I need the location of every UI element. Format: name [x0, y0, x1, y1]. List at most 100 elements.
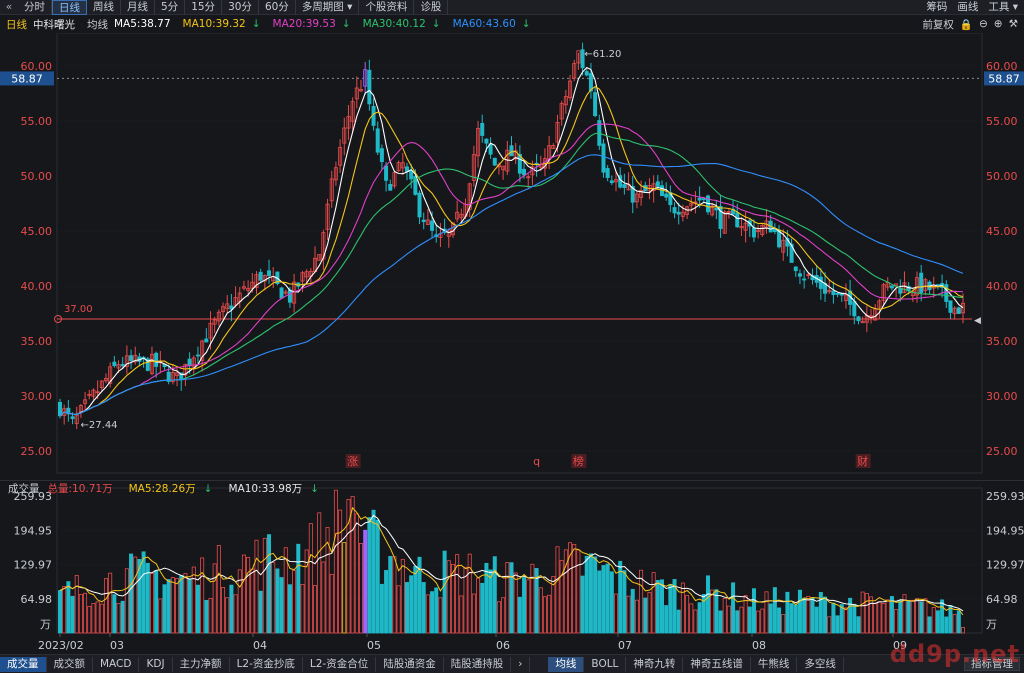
ma-label[interactable]: 均线	[87, 17, 108, 32]
tab-l2-bottom[interactable]: L2-资金抄底	[230, 656, 303, 672]
volume-bar	[689, 603, 694, 634]
volume-bar	[668, 583, 673, 634]
candle-body	[58, 401, 63, 417]
tab-30min[interactable]: 30分	[222, 0, 259, 15]
tab-hk-connect-funds[interactable]: 陆股通资金	[376, 656, 444, 672]
candle-body	[409, 170, 414, 180]
candle-body	[375, 128, 380, 153]
volume-bar	[254, 539, 259, 634]
volume-bar	[296, 543, 301, 634]
tab-kdj[interactable]: KDJ	[139, 656, 173, 672]
volume-bar	[187, 578, 192, 634]
candle-body	[584, 71, 589, 76]
price-axis-left-label: 55.00	[21, 115, 53, 128]
volume-bar	[513, 572, 518, 634]
candle-body	[948, 300, 953, 313]
arrow-down-icon: ↓	[341, 18, 351, 30]
tab-daily[interactable]: 日线	[52, 0, 87, 15]
volume-bar	[810, 597, 815, 634]
tab-main-net[interactable]: 主力净额	[173, 656, 230, 672]
wrench-icon[interactable]: ⚒	[1009, 18, 1018, 30]
candle-body	[889, 285, 894, 289]
volume-bar	[141, 551, 146, 634]
price-axis-right-label: 50.00	[986, 170, 1018, 183]
volume-bar	[170, 577, 175, 634]
caret-down-icon: ▾	[347, 0, 353, 13]
tab-ma[interactable]: 均线	[548, 656, 585, 672]
tab-intraday[interactable]: 分时	[18, 0, 52, 15]
minus-circle-icon[interactable]: ⊖	[979, 18, 988, 30]
volume-bar	[488, 569, 493, 634]
tab-volume[interactable]: 成交量	[0, 656, 47, 672]
price-axis-left-label: 50.00	[21, 170, 53, 183]
volume-bar	[676, 609, 681, 634]
volume-bar	[643, 597, 648, 634]
volume-bar	[133, 556, 138, 634]
tab-magic-five[interactable]: 神奇五线谱	[683, 656, 751, 672]
tab-turnover[interactable]: 成交额	[47, 656, 93, 672]
plus-circle-icon[interactable]: ⊕	[994, 18, 1003, 30]
volume-bar	[95, 601, 100, 634]
tab-hk-connect-holdings[interactable]: 陆股通持股	[444, 656, 512, 672]
candle-body	[852, 301, 857, 317]
volume-bar	[685, 595, 690, 634]
lock-icon[interactable]: 🔒	[960, 18, 973, 31]
caret-down-icon: ▾	[1012, 1, 1018, 13]
top-toolbar: « 分时 日线 周线 月线 5分 15分 30分 60分 多周期图 ▾ 个股资料…	[0, 0, 1024, 15]
candle-body	[697, 197, 702, 201]
volume-bar	[877, 601, 882, 634]
volume-bar	[233, 594, 238, 634]
volume-ma10: MA10:33.98万 ↓	[228, 482, 319, 495]
tab-15min[interactable]: 15分	[185, 0, 223, 15]
volume-bar	[739, 606, 744, 634]
volume-axis-left-label: 129.97	[14, 559, 53, 572]
tools-button[interactable]: 工具 ▾	[988, 0, 1018, 14]
volume-bar	[522, 577, 527, 634]
arrow-down-icon: ↓	[203, 482, 213, 495]
tab-5min[interactable]: 5分	[155, 0, 186, 15]
volume-bar	[869, 596, 874, 634]
chips-button[interactable]: 筹码	[926, 0, 947, 14]
tab-diagnosis[interactable]: 诊股	[414, 0, 449, 15]
volume-bar	[74, 575, 79, 634]
volume-bar	[329, 573, 334, 634]
tab-magic-nine[interactable]: 神奇九转	[626, 656, 684, 672]
time-axis-label: 04	[253, 639, 267, 652]
tab-bull-bear[interactable]: 牛熊线	[751, 656, 798, 672]
volume-bar	[99, 603, 104, 634]
tab-long-short[interactable]: 多空线	[797, 656, 844, 672]
tab-l2-position[interactable]: L2-资金合位	[303, 656, 377, 672]
adjust-mode[interactable]: 前复权	[922, 17, 954, 32]
volume-bar	[358, 543, 363, 634]
candle-body	[622, 184, 627, 188]
period-label[interactable]: 日线	[6, 17, 27, 32]
tab-boll[interactable]: BOLL	[584, 656, 627, 672]
volume-bar	[864, 593, 869, 634]
volume-bar	[384, 570, 389, 634]
volume-bar	[430, 591, 435, 634]
double-chevron-left-icon[interactable]: «	[0, 1, 18, 13]
volume-bar	[459, 595, 464, 634]
volume-bar	[777, 607, 782, 634]
chevron-right-icon[interactable]: ›	[511, 656, 531, 672]
candle-body	[735, 212, 740, 228]
candle-body	[279, 287, 284, 299]
volume-bar	[760, 608, 765, 634]
tab-stock-profile[interactable]: 个股资料	[359, 0, 415, 15]
volume-axis-right-label: 194.95	[986, 524, 1024, 537]
tab-multi-period[interactable]: 多周期图 ▾	[296, 0, 360, 15]
price-axis-left-label: 25.00	[21, 445, 53, 458]
tab-monthly[interactable]: 月线	[121, 0, 155, 15]
tab-60min[interactable]: 60分	[259, 0, 296, 15]
volume-bar	[496, 601, 501, 634]
volume-bar	[839, 604, 844, 634]
tab-weekly[interactable]: 周线	[87, 0, 121, 15]
volume-bar	[597, 570, 602, 634]
volume-bar	[952, 614, 957, 634]
volume-title: 成交量	[8, 482, 40, 495]
volume-bar	[931, 607, 936, 634]
draw-button[interactable]: 画线	[957, 0, 978, 14]
candlestick-chart[interactable]: 60.00 60.00 55.00 55.00 50.00 50.00 45.00 45.00…	[0, 33, 1024, 654]
candle-body	[919, 272, 924, 293]
tab-macd[interactable]: MACD	[93, 656, 140, 672]
